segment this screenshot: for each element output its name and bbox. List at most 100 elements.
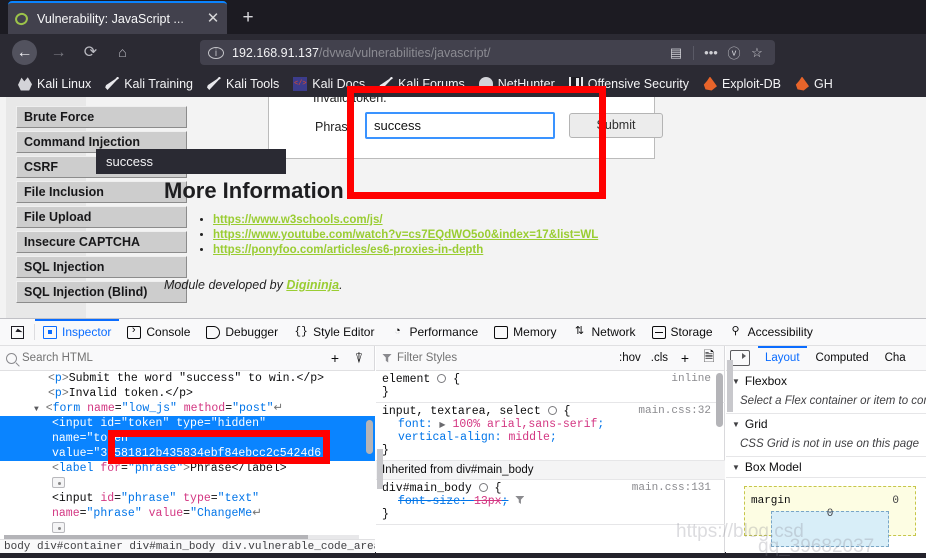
reader-mode-icon[interactable]: ▤ bbox=[666, 45, 686, 61]
filter-icon[interactable] bbox=[515, 496, 525, 504]
breadcrumb[interactable]: body div#container div#main_body div.vul… bbox=[0, 539, 375, 553]
rule-selector[interactable]: element bbox=[382, 373, 430, 386]
expand-triangle-icon[interactable]: ▶ bbox=[439, 421, 445, 430]
filter-styles-input[interactable]: Filter Styles bbox=[382, 352, 611, 364]
reference-link[interactable]: https://www.w3schools.com/js/ bbox=[213, 214, 383, 226]
tab-label: Performance bbox=[409, 325, 479, 339]
dom-line-event-badge[interactable] bbox=[0, 476, 375, 491]
event-badge-icon[interactable] bbox=[52, 522, 65, 534]
search-icon bbox=[6, 352, 17, 364]
reference-link[interactable]: https://www.youtube.com/watch?v=cs7EQdWO… bbox=[213, 229, 598, 241]
tab-label: Debugger bbox=[225, 325, 279, 339]
cls-toggle[interactable]: .cls bbox=[649, 352, 670, 364]
bookmark-star-icon[interactable]: ☆ bbox=[747, 45, 767, 61]
css-declaration-overridden[interactable]: font-size: 13px; bbox=[382, 495, 719, 508]
css-declaration[interactable]: vertical-align: middle; bbox=[382, 431, 719, 444]
gear-icon[interactable] bbox=[478, 483, 488, 492]
tab-inspector[interactable]: Inspector bbox=[35, 319, 119, 346]
box-model-diagram[interactable]: margin 0 0 bbox=[744, 486, 916, 547]
tab-layout[interactable]: Layout bbox=[758, 346, 807, 371]
dom-line-selected[interactable]: <input id="token" type="hidden" bbox=[0, 416, 375, 431]
back-button[interactable]: ← bbox=[12, 40, 37, 65]
new-tab-button[interactable]: + bbox=[236, 6, 260, 30]
flexbox-section-header[interactable]: ▼ Flexbox bbox=[726, 371, 926, 391]
sidebar-item-sql-injection[interactable]: SQL Injection bbox=[16, 256, 187, 278]
event-badge-icon[interactable] bbox=[52, 477, 65, 489]
page-actions-icon[interactable]: ••• bbox=[701, 45, 721, 60]
dom-line[interactable]: name="phrase" value="ChangeMe↵ bbox=[0, 506, 375, 521]
dom-line[interactable]: <p><p>Submit the word "success" to win.<… bbox=[0, 371, 375, 386]
toggle-sidebar-icon[interactable] bbox=[730, 350, 750, 366]
css-value: 100% arial,sans-serif bbox=[452, 418, 598, 431]
hov-toggle[interactable]: :hov bbox=[617, 352, 643, 364]
css-rule[interactable]: element { inline } bbox=[376, 371, 725, 403]
css-rules-list: element { inline } input, textarea, sele… bbox=[376, 371, 725, 553]
page-info-icon[interactable]: i bbox=[208, 46, 224, 59]
forward-button[interactable]: → bbox=[46, 40, 71, 65]
reference-link[interactable]: https://ponyfoo.com/articles/es6-proxies… bbox=[213, 244, 483, 256]
tab-console[interactable]: Console bbox=[119, 319, 198, 346]
bookmark-kali-tools[interactable]: Kali Tools bbox=[201, 75, 285, 93]
rule-source[interactable]: main.css:32 bbox=[638, 405, 711, 417]
address-bar[interactable]: i 192.168.91.137/dvwa/vulnerabilities/ja… bbox=[200, 40, 775, 65]
css-rule-inherited[interactable]: div#main_body { main.css:131 font-size: … bbox=[376, 480, 725, 525]
tab-accessibility[interactable]: ⚲ Accessibility bbox=[721, 319, 821, 346]
dom-line[interactable]: <input id="phrase" type="text" bbox=[0, 491, 375, 506]
eyedropper-icon[interactable]: ⍒ bbox=[350, 350, 368, 367]
gear-icon[interactable] bbox=[437, 374, 447, 383]
rule-source[interactable]: main.css:131 bbox=[632, 482, 711, 494]
reload-button[interactable]: ⟳ bbox=[78, 40, 103, 65]
rule-source[interactable]: inline bbox=[671, 373, 711, 385]
rule-close-brace: } bbox=[382, 508, 389, 521]
add-rule-button[interactable]: + bbox=[676, 350, 694, 366]
element-picker-icon[interactable] bbox=[0, 319, 34, 346]
sidebar-item-insecure-captcha[interactable]: Insecure CAPTCHA bbox=[16, 231, 187, 253]
bookmark-kali-training[interactable]: Kali Training bbox=[99, 75, 199, 93]
add-node-button[interactable]: + bbox=[326, 350, 344, 366]
box-model-section-header[interactable]: ▼ Box Model bbox=[726, 457, 926, 477]
box-model-border-value[interactable]: 0 bbox=[827, 508, 834, 520]
layout-splitter[interactable] bbox=[727, 360, 733, 412]
tab-memory[interactable]: Memory bbox=[486, 319, 564, 346]
sidebar-item-brute-force[interactable]: Brute Force bbox=[16, 106, 187, 128]
home-button[interactable]: ⌂ bbox=[110, 40, 135, 65]
dom-line-event-badge[interactable] bbox=[0, 521, 375, 536]
grid-section-header[interactable]: ▼ Grid bbox=[726, 414, 926, 434]
tab-debugger[interactable]: Debugger bbox=[198, 319, 286, 346]
rules-splitter[interactable] bbox=[377, 449, 383, 489]
pocket-icon[interactable]: ⓥ bbox=[724, 43, 744, 62]
css-prop: font bbox=[398, 418, 426, 431]
css-rule[interactable]: input, textarea, select { main.css:32 fo… bbox=[376, 403, 725, 461]
dom-vertical-scrollbar[interactable] bbox=[366, 420, 373, 454]
browser-tab[interactable]: Vulnerability: JavaScript ... ✕ bbox=[8, 1, 227, 34]
search-input[interactable]: Search HTML bbox=[6, 352, 320, 364]
print-styles-icon[interactable]: 🗎 bbox=[700, 346, 718, 370]
tab-performance[interactable]: ◔ Performance bbox=[382, 319, 486, 346]
css-prop: vertical-align bbox=[398, 431, 495, 444]
autocomplete-suggestion[interactable]: success bbox=[96, 149, 286, 174]
tab-storage[interactable]: Storage bbox=[644, 319, 721, 346]
bookmark-exploit-db[interactable]: Exploit-DB bbox=[697, 75, 787, 93]
css-declaration[interactable]: font: ▶ 100% arial,sans-serif; bbox=[382, 418, 719, 431]
tab-network[interactable]: ⇅ Network bbox=[565, 319, 644, 346]
dom-line[interactable]: <p>Invalid token.</p> bbox=[0, 386, 375, 401]
digininja-link[interactable]: Digininja bbox=[286, 278, 339, 292]
rules-vertical-scrollbar[interactable] bbox=[716, 373, 723, 427]
tab-computed[interactable]: Computed bbox=[809, 346, 876, 371]
tab-changes[interactable]: Cha bbox=[878, 346, 913, 371]
sidebar-item-file-inclusion[interactable]: File Inclusion bbox=[16, 181, 187, 203]
box-model-margin-top[interactable]: 0 bbox=[892, 495, 899, 507]
address-bar-text: 192.168.91.137/dvwa/vulnerabilities/java… bbox=[232, 46, 491, 60]
rule-selector[interactable]: div#main_body bbox=[382, 482, 472, 495]
bookmark-gh[interactable]: GH bbox=[789, 75, 839, 93]
bookmark-kali-linux[interactable]: Kali Linux bbox=[12, 75, 97, 93]
tab-style-editor[interactable]: {} Style Editor bbox=[286, 319, 382, 346]
sidebar-item-sql-injection-blind[interactable]: SQL Injection (Blind) bbox=[16, 281, 187, 303]
braces-icon: {} bbox=[294, 325, 308, 338]
gear-icon[interactable] bbox=[547, 406, 557, 415]
sidebar-item-file-upload[interactable]: File Upload bbox=[16, 206, 187, 228]
rule-selector[interactable]: input, textarea, select bbox=[382, 405, 541, 418]
filter-icon bbox=[382, 353, 392, 363]
close-icon[interactable]: ✕ bbox=[205, 11, 221, 26]
dom-line[interactable]: ▼ <form name="low_js" method="post"↵ bbox=[0, 401, 375, 416]
